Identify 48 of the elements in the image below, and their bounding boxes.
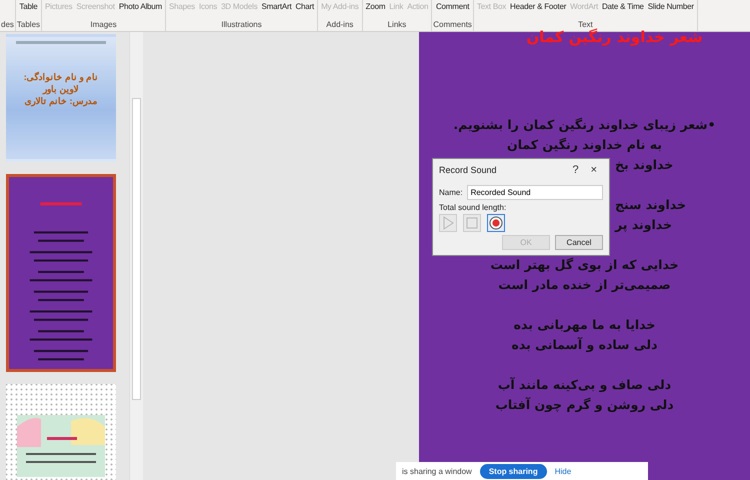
group-label: Images <box>90 20 117 31</box>
poem-line: صمیمی‌تر از خنده مادر است <box>498 276 671 294</box>
ribbon-button[interactable]: Comment <box>434 0 472 13</box>
poem-line: •شعر زیبای خداوند رنگین کمان را بشنویم. <box>453 116 716 134</box>
group-label: Add-ins <box>326 20 354 31</box>
dialog-title: Record Sound <box>439 165 497 175</box>
group-label: Tables <box>16 20 40 31</box>
poem-line: به نام خداوند رنگین کمان <box>507 136 662 154</box>
thumbnail-text: مدرس: خانم تالاری <box>24 96 98 106</box>
poem-line: خداوند پر <box>615 216 672 234</box>
ribbon-button[interactable]: Slide Number <box>646 0 696 13</box>
ribbon-button[interactable]: Photo Album <box>116 0 164 13</box>
record-button[interactable] <box>487 214 505 232</box>
group-label: Illustrations <box>221 20 262 31</box>
ribbon-button[interactable]: Table <box>17 0 40 13</box>
ribbon-button[interactable]: Zoom <box>364 0 388 13</box>
name-label: Name: <box>439 188 463 197</box>
poem-line: خداوند بخ <box>615 156 674 174</box>
play-icon <box>442 216 454 230</box>
record-icon <box>489 216 503 230</box>
poem-line: خداوند سنج <box>615 196 686 214</box>
stop-icon <box>466 217 478 229</box>
ribbon-button[interactable]: Chart <box>293 0 316 13</box>
sound-length-label: Total sound length: <box>439 203 508 212</box>
poem-line: دلی صاف و بی‌کینه مانند آب <box>498 376 672 394</box>
close-button[interactable]: × <box>584 164 603 176</box>
poem-line: دلی روشن و گرم چون آفتاب <box>495 396 674 414</box>
help-button[interactable]: ? <box>566 164 585 176</box>
group-label: Text <box>578 20 593 29</box>
slide-title: شعر خداوند رنگین کمان <box>525 28 703 47</box>
group-label: Links <box>388 20 406 31</box>
poem-line: خدایا به ما مهربانی بده <box>514 316 656 334</box>
slide-thumbnail[interactable]: نام و نام خانوادگی: لاوین باور مدرس: خانم تالاری <box>6 34 116 162</box>
stop-sharing-button[interactable]: Stop sharing <box>480 464 547 478</box>
scrollbar[interactable] <box>129 32 143 480</box>
group-label: des <box>1 20 14 31</box>
ribbon-button[interactable]: SmartArt <box>260 0 294 13</box>
thumbnail-text: نام و نام خانوادگی: <box>24 72 98 82</box>
poem-line: دلی ساده و آسمانی بده <box>512 336 658 354</box>
sharing-message: is sharing a window <box>402 466 472 476</box>
name-field[interactable]: Recorded Sound <box>466 185 603 200</box>
dialog-button[interactable]: Cancel <box>555 235 603 250</box>
group-label: Comments <box>433 20 472 31</box>
ribbon-button[interactable]: Date & Time <box>600 0 646 13</box>
poem-line: خدایی که از بوی گل بهتر است <box>490 256 679 274</box>
ribbon-button[interactable]: Header & Footer <box>508 0 568 13</box>
thumbnail-text: لاوین باور <box>43 84 79 94</box>
hide-link[interactable]: Hide <box>554 466 572 476</box>
